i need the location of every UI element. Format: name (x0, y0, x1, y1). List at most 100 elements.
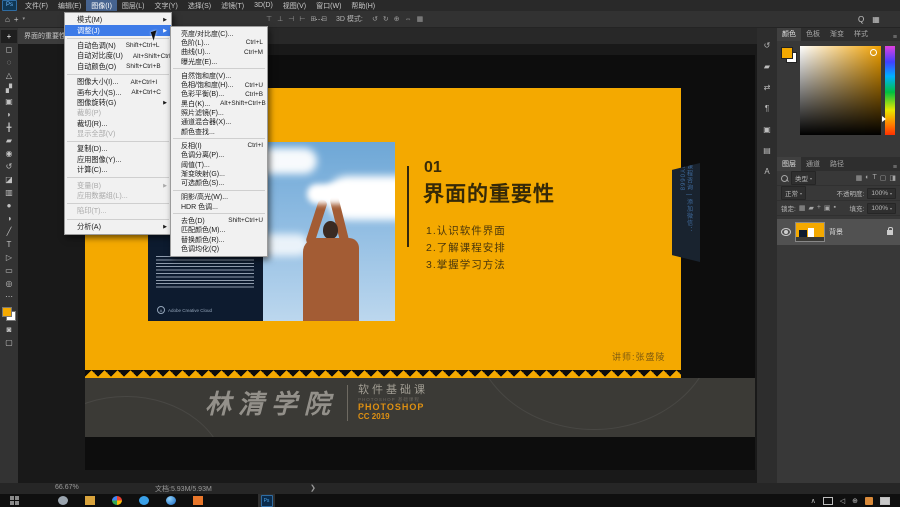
menu-item[interactable]: 亮度/对比度(C)... (171, 29, 267, 38)
gradient-tool[interactable]: ▥ (1, 186, 17, 199)
menu-item[interactable]: 变量(B) ▶ (65, 180, 171, 190)
align-left-icon[interactable]: ⊣ (288, 15, 294, 23)
menu-item[interactable]: 通道混合器(X)... (171, 118, 267, 127)
menu-item[interactable]: 裁切(R)... ▶ (65, 119, 171, 129)
hue-slider-marker[interactable] (882, 116, 886, 122)
crop-tool[interactable]: ▞ (1, 82, 17, 95)
menu-item[interactable]: 图像大小(I)... Alt+Ctrl+I ▶ (65, 77, 171, 87)
swap-panel-icon[interactable]: ⇄ (760, 81, 774, 93)
menu-item[interactable]: 色彩平衡(B)... Ctrl+B (171, 90, 267, 99)
menu-item[interactable]: 自动颜色(O) Shift+Ctrl+B ▶ (65, 62, 171, 72)
menu-item[interactable]: 裁剪(P) ▶ (65, 108, 171, 118)
character-panel-icon[interactable]: A (760, 165, 774, 177)
menu-item[interactable]: 可选颜色(S)... (171, 178, 267, 187)
type-tool[interactable]: T (1, 238, 17, 251)
filter-smart-icon[interactable]: ◨ (889, 174, 896, 182)
opacity-value[interactable]: 100% ▾ (867, 187, 896, 199)
tray-volume-icon[interactable]: ◁ (840, 497, 845, 505)
menu-item[interactable]: 渐变映射(G)... (171, 169, 267, 178)
tray-chevron-icon[interactable]: ∧ (811, 497, 816, 505)
chevron-down-icon[interactable]: ▾ (23, 16, 26, 22)
menubar-item[interactable]: 帮助(H) (346, 0, 380, 11)
quick-selection-tool[interactable]: △ (1, 69, 17, 82)
paragraph-panel-icon[interactable]: ¶ (760, 102, 774, 114)
menu-item[interactable]: 分析(A) ▶ (65, 222, 171, 232)
menu-item[interactable]: 颜色查找... (171, 127, 267, 136)
menu-item[interactable]: 匹配颜色(M)... (171, 226, 267, 235)
align-middle-icon[interactable]: ⊥ (277, 15, 283, 23)
menu-item[interactable]: 阴影/高光(W)... (171, 193, 267, 202)
taskbar-explorer-app[interactable] (85, 496, 95, 505)
3d-roll-icon[interactable]: ↻ (383, 15, 389, 23)
move-tool[interactable]: + (1, 30, 17, 43)
libraries-panel-icon[interactable]: ▤ (760, 144, 774, 156)
zoom-level[interactable]: 66.67% (55, 484, 79, 491)
tray-notifications-icon[interactable] (880, 496, 890, 505)
frame-tool[interactable]: ▣ (1, 95, 17, 108)
lock-pixels-icon[interactable]: ▰ (808, 204, 813, 212)
pen-tool[interactable]: ╱ (1, 225, 17, 238)
menubar-item[interactable]: 窗口(W) (311, 0, 346, 11)
menubar-item[interactable]: 图层(L) (117, 0, 150, 11)
history-brush-tool[interactable]: ↺ (1, 160, 17, 173)
menu-item[interactable]: HDR 色调... (171, 202, 267, 211)
filter-pixel-icon[interactable]: ▦ (856, 174, 863, 182)
brush-tool[interactable]: ▰ (1, 134, 17, 147)
start-button[interactable] (6, 494, 22, 507)
lock-artboard-icon[interactable]: ▣ (824, 204, 831, 212)
layer-row-background[interactable]: 背景 (777, 219, 900, 245)
menu-item[interactable]: 应用数据组(L)... ▶ (65, 191, 171, 201)
search-icon[interactable]: Q (858, 15, 864, 24)
panel-tab[interactable]: 色板 (801, 27, 825, 41)
menu-item[interactable]: 陷印(T)... ▶ (65, 206, 171, 216)
filter-type-icon[interactable]: T (872, 174, 876, 182)
taskbar-sphere-app[interactable] (166, 496, 176, 505)
eraser-tool[interactable]: ◪ (1, 173, 17, 186)
3d-zoom-icon[interactable]: ▦ (417, 15, 424, 23)
workspace-switcher-icon[interactable]: ▦ (872, 15, 880, 24)
more-options-icon[interactable]: ⋯ (315, 15, 323, 24)
layer-visibility-eye-icon[interactable] (781, 228, 791, 236)
taskbar-browser-app[interactable] (139, 496, 149, 505)
panel-menu-icon[interactable]: ≡ (890, 34, 900, 41)
menu-item[interactable]: 反相(I) Ctrl+I (171, 141, 267, 150)
menu-item[interactable]: 显示全部(V) ▶ (65, 129, 171, 139)
menu-item[interactable]: 照片滤镜(F)... (171, 108, 267, 117)
layer-filter-search-icon[interactable] (781, 174, 788, 182)
lock-position-icon[interactable]: + (817, 204, 821, 212)
align-top-icon[interactable]: ⊤ (266, 15, 272, 23)
toolbar-ellipsis[interactable]: ⋯ (1, 290, 17, 303)
menu-item[interactable]: 自动色调(N) Shift+Ctrl+L ▶ (65, 41, 171, 51)
menu-item[interactable]: 图像旋转(G) ▶ (65, 98, 171, 108)
menu-item[interactable]: 曲线(U)... Ctrl+M (171, 48, 267, 57)
menu-item[interactable]: 画布大小(S)... Alt+Ctrl+C ▶ (65, 87, 171, 97)
menu-item[interactable]: 色调分离(P)... (171, 151, 267, 160)
panel-tab[interactable]: 渐变 (825, 27, 849, 41)
menu-item[interactable]: 自然饱和度(V)... (171, 71, 267, 80)
3d-orbit-icon[interactable]: ↺ (372, 15, 378, 23)
menubar-item[interactable]: 滤镜(T) (216, 0, 249, 11)
menubar-item[interactable]: 文字(Y) (149, 0, 182, 11)
status-chevron-icon[interactable]: ❯ (310, 484, 316, 492)
menu-item[interactable]: 计算(C)... ▶ (65, 165, 171, 175)
quick-mask-icon[interactable]: ◙ (1, 323, 17, 336)
history-panel-icon[interactable]: ↺ (760, 39, 774, 51)
properties-panel-icon[interactable]: ▣ (760, 123, 774, 135)
blend-mode-dropdown[interactable]: 正常 ▾ (781, 186, 807, 200)
layer-filter-dropdown[interactable]: 类型 ▾ (791, 171, 817, 185)
foreground-color-swatch[interactable] (2, 307, 12, 317)
layer-thumbnail[interactable] (795, 222, 825, 242)
3d-slide-icon[interactable]: ⇔ (405, 16, 412, 23)
fill-value[interactable]: 100% ▾ (867, 202, 896, 214)
menubar-item[interactable]: 3D(D) (249, 0, 278, 11)
move-tool-option-icon[interactable]: + (14, 15, 19, 24)
menubar-item[interactable]: 文件(F) (20, 0, 53, 11)
menu-item[interactable]: 自动对比度(U) Alt+Shift+Ctrl+L ▶ (65, 51, 178, 61)
panel-tab[interactable]: 通道 (801, 157, 825, 171)
taskbar-chrome-app[interactable] (112, 496, 122, 505)
lock-all-icon[interactable]: ▪ (834, 204, 836, 212)
menu-item[interactable]: 色阶(L)... Ctrl+L (171, 38, 267, 47)
menu-item[interactable]: 色相/饱和度(H)... Ctrl+U (171, 80, 267, 90)
zoom-tool[interactable]: ◎ (1, 277, 17, 290)
panel-tab[interactable]: 图层 (777, 157, 801, 171)
